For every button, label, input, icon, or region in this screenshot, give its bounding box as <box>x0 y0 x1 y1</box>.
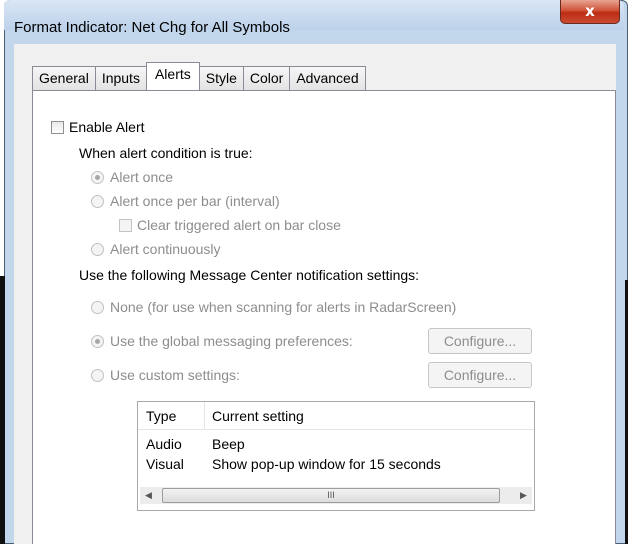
notification-settings-list[interactable]: Type Current setting Audio Beep Visual S… <box>137 401 535 511</box>
window-title: Format Indicator: Net Chg for All Symbol… <box>14 19 290 36</box>
checkbox-box[interactable] <box>51 120 64 134</box>
scroll-left-icon[interactable]: ◀ <box>140 487 157 504</box>
radio-button[interactable] <box>91 368 104 382</box>
radio-notify-none[interactable]: None (for use when scanning for alerts i… <box>91 299 456 315</box>
radio-button[interactable] <box>91 300 104 314</box>
title-bar[interactable]: Format Indicator: Net Chg for All Symbol… <box>4 0 624 36</box>
condition-heading: When alert condition is true: <box>79 145 253 161</box>
table-cell-setting: Show pop-up window for 15 seconds <box>212 456 441 472</box>
close-icon: x <box>585 2 595 20</box>
tab-color[interactable]: Color <box>242 66 291 90</box>
message-heading-text: Use the following Message Center notific… <box>79 267 420 283</box>
table-cell-type: Audio <box>146 436 182 452</box>
radio-label: Use custom settings: <box>110 367 240 383</box>
scrollbar-thumb[interactable]: III <box>162 488 500 503</box>
alerts-panel: Enable Alert When alert condition is tru… <box>32 90 616 544</box>
configure-global-button[interactable]: Configure... <box>428 328 532 354</box>
condition-heading-text: When alert condition is true: <box>79 145 253 161</box>
grip-icon: III <box>327 490 335 500</box>
enable-alert-label: Enable Alert <box>69 119 145 135</box>
tab-alerts[interactable]: Alerts <box>145 62 200 90</box>
enable-alert-checkbox[interactable]: Enable Alert <box>51 119 145 135</box>
radio-label: Alert once per bar (interval) <box>110 193 280 209</box>
radio-label: Alert once <box>110 169 174 185</box>
column-header-current-setting[interactable]: Current setting <box>212 408 304 424</box>
radio-notify-global[interactable]: Use the global messaging preferences: <box>91 333 353 349</box>
radio-button[interactable] <box>91 242 104 256</box>
checkbox-box[interactable] <box>119 218 132 232</box>
radio-alert-continuously[interactable]: Alert continuously <box>91 241 221 257</box>
configure-custom-button[interactable]: Configure... <box>428 362 532 388</box>
dialog-client-area: General Inputs Alerts Style Color Advanc… <box>14 44 616 544</box>
clear-on-close-label: Clear triggered alert on bar close <box>137 217 341 233</box>
tab-style[interactable]: Style <box>198 66 244 90</box>
radio-label: Use the global messaging preferences: <box>110 333 353 349</box>
radio-button[interactable] <box>91 170 104 184</box>
scroll-right-icon[interactable]: ▶ <box>515 487 532 504</box>
table-cell-setting: Beep <box>212 436 245 452</box>
tab-inputs[interactable]: Inputs <box>94 66 147 90</box>
radio-button[interactable] <box>91 194 104 208</box>
column-divider[interactable] <box>204 402 205 430</box>
radio-alert-once[interactable]: Alert once <box>91 169 173 185</box>
tab-strip: General Inputs Alerts Style Color Advanc… <box>32 62 366 90</box>
radio-alert-once-per-bar[interactable]: Alert once per bar (interval) <box>91 193 280 209</box>
radio-notify-custom[interactable]: Use custom settings: <box>91 367 240 383</box>
background-edge <box>0 276 5 544</box>
column-header-type[interactable]: Type <box>146 408 176 424</box>
radio-label: None (for use when scanning for alerts i… <box>110 299 457 315</box>
message-center-heading: Use the following Message Center notific… <box>79 267 419 283</box>
close-button[interactable]: x <box>560 0 620 24</box>
list-header: Type Current setting <box>138 402 534 430</box>
tab-general[interactable]: General <box>32 66 96 90</box>
tab-advanced[interactable]: Advanced <box>289 66 366 90</box>
table-cell-type: Visual <box>146 456 184 472</box>
clear-on-close-checkbox[interactable]: Clear triggered alert on bar close <box>119 217 341 233</box>
radio-label: Alert continuously <box>110 241 221 257</box>
horizontal-scrollbar[interactable]: ◀ III ▶ <box>140 487 532 504</box>
radio-button[interactable] <box>91 334 104 348</box>
